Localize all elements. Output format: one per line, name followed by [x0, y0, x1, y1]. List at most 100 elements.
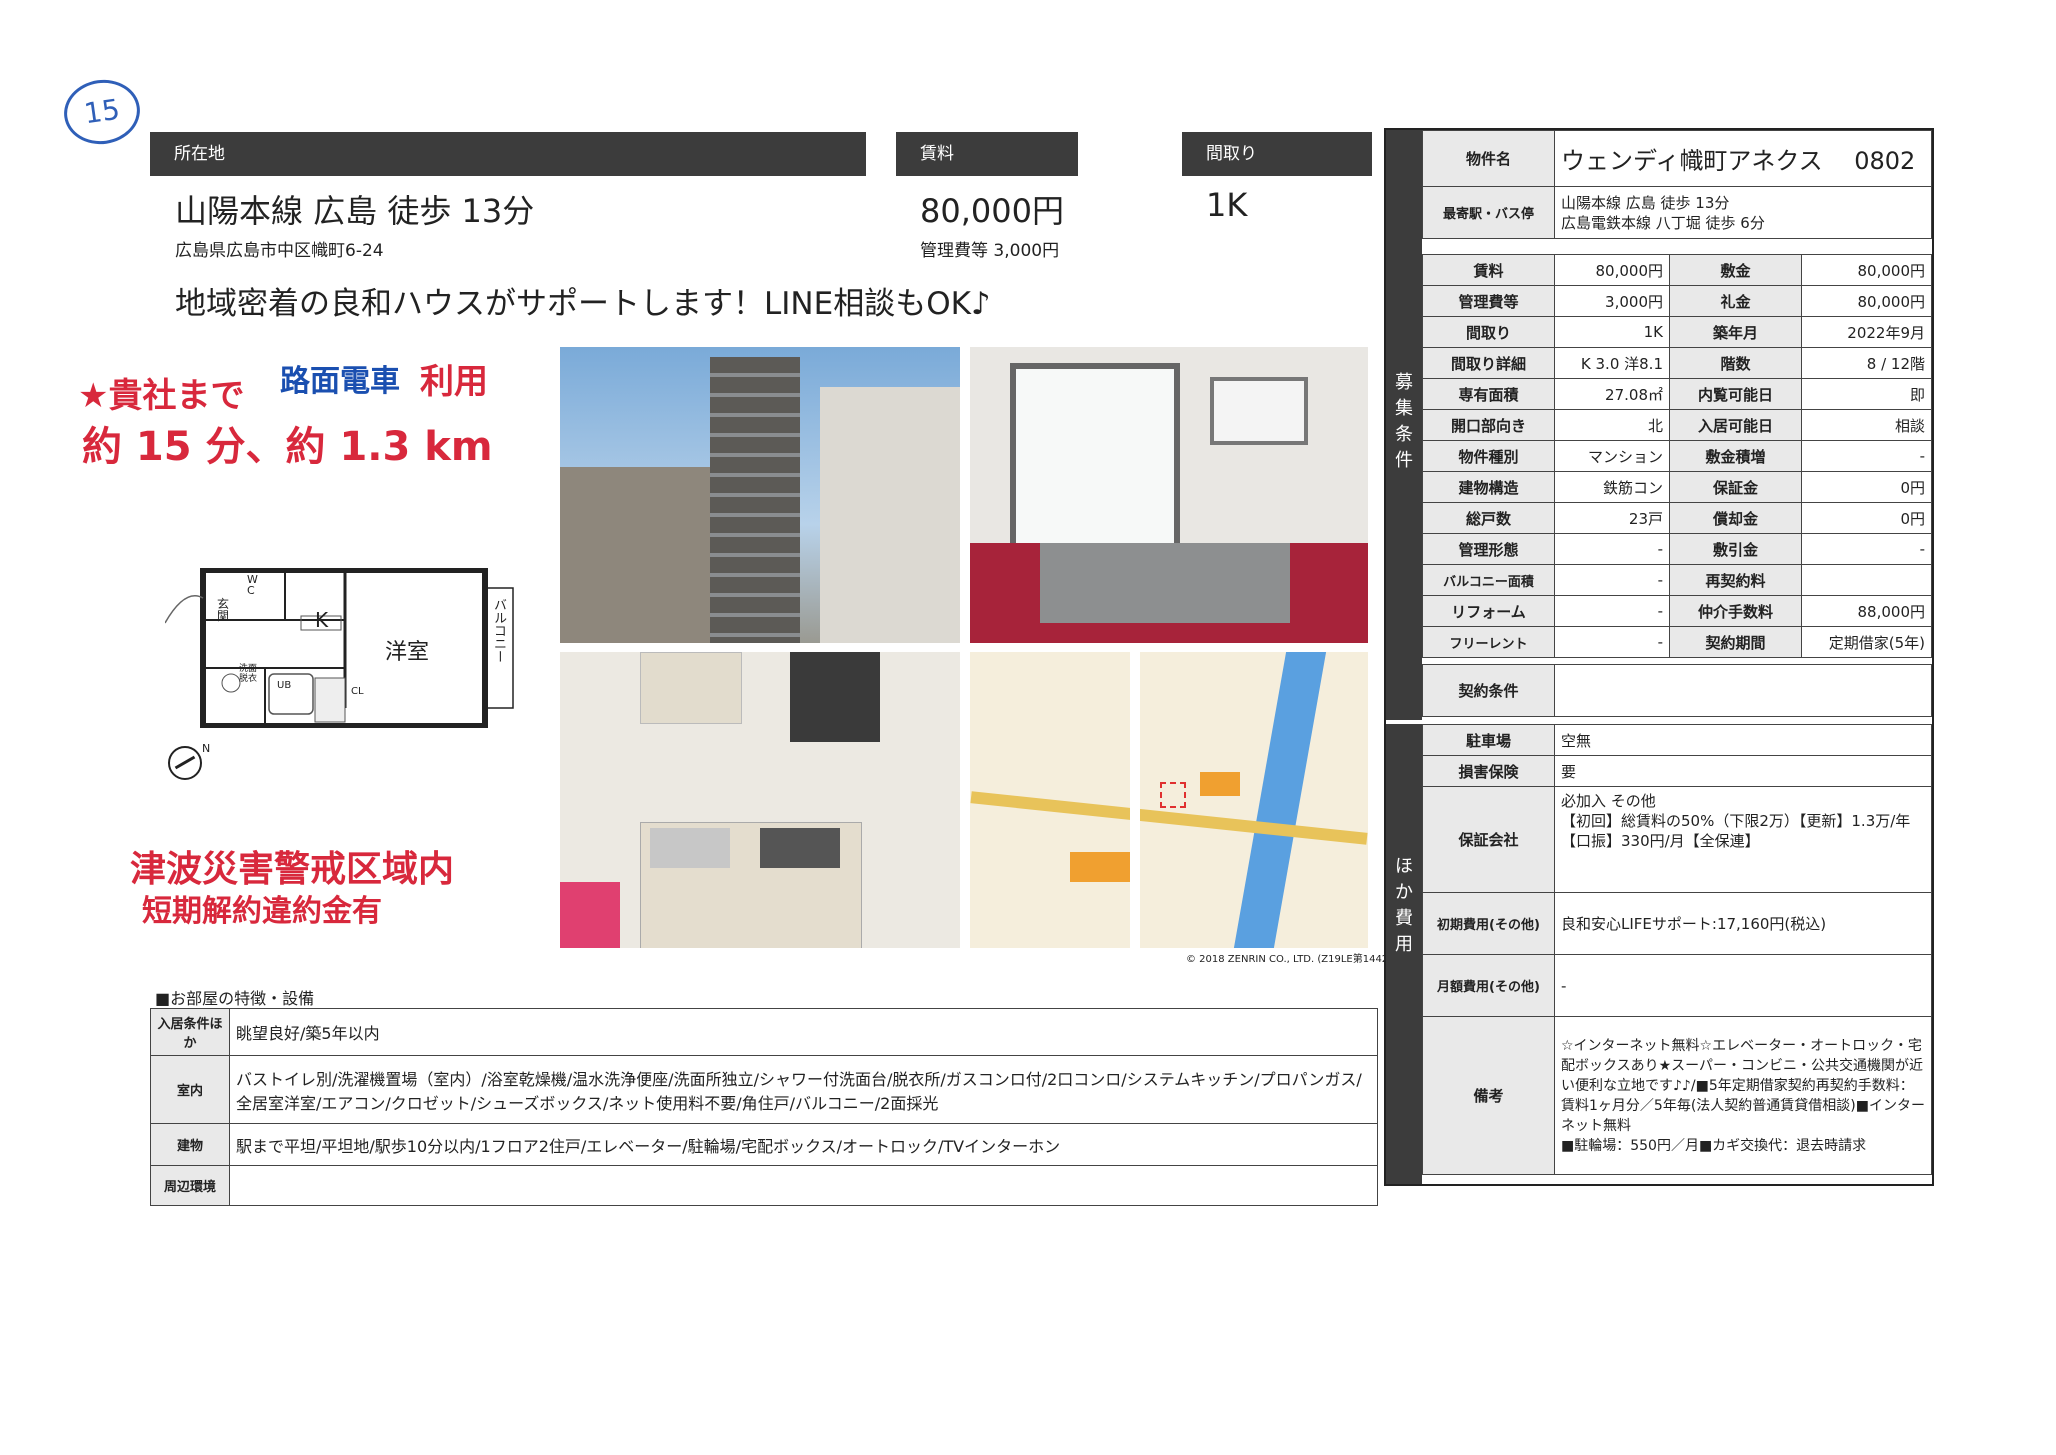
spec-label: 間取り	[1422, 316, 1555, 348]
spec-row: 間取り詳細 K 3.0 洋8.1 階数 8 / 12階	[1422, 347, 1932, 379]
monthly-cost-value: -	[1554, 954, 1932, 1017]
spec-row: リフォーム - 仲介手数料 88,000円	[1422, 595, 1932, 627]
insurance-value: 要	[1554, 755, 1932, 787]
spec-table: 賃料 80,000円 敷金 80,000円 管理費等 3,000円 礼金 80,000円 間取り…	[1422, 254, 1932, 658]
table-row: 室内 バストイレ別/洗濯機置場（室内）/浴室乾燥機/温水洗浄便座/洗面所独立/シャ…	[150, 1055, 1378, 1124]
spec-value: -	[1554, 595, 1670, 627]
spec-label: 仲介手数料	[1669, 595, 1802, 627]
spec-label: 開口部向き	[1422, 409, 1555, 441]
spec-label: 契約期間	[1669, 626, 1802, 658]
catch-copy: 地域密着の良和ハウスがサポートします！LINE相談もOK♪	[175, 286, 991, 322]
room-interior-photo	[970, 347, 1368, 643]
floorplan-wc: W C	[247, 573, 258, 597]
spec-label: 敷金積増	[1669, 440, 1802, 472]
property-name: ウェンディ幟町アネクス 0802	[1554, 130, 1932, 187]
spec-label: 敷引金	[1669, 533, 1802, 565]
tsunami-warning: 津波災害警戒区域内	[130, 849, 455, 890]
layout-header: 間取り	[1182, 132, 1372, 176]
spec-label: バルコニー面積	[1422, 564, 1555, 596]
page-number-circle: 15	[59, 75, 145, 149]
station-label: 最寄駅・バス停	[1422, 186, 1555, 239]
spec-value: 80,000円	[1801, 254, 1932, 286]
floor-plan: W C 玄 関 K 洋室 バルコニー UB CL 洗面 脱衣	[164, 567, 525, 729]
spec-row: 管理形態 - 敷引金 -	[1422, 533, 1932, 565]
parking-value: 空無	[1554, 724, 1932, 756]
station-info: 山陽本線 広島 徒歩 13分 広島電鉄本線 八丁堀 徒歩 6分	[1554, 186, 1932, 239]
early-termination-warning: 短期解約違約金有	[142, 894, 382, 929]
table-row: 周辺環境	[150, 1165, 1378, 1206]
spec-label: 償却金	[1669, 502, 1802, 534]
initial-cost-value: 良和安心LIFEサポート:17,160円(税込)	[1554, 892, 1932, 955]
side-label-boshu: 募 集 条 件	[1386, 130, 1422, 720]
spec-value: 23戸	[1554, 502, 1670, 534]
costs-table: 駐車場 空無 損害保険要 保証会社 必加入 その他 【初回】総賃料の50%（下限2万…	[1422, 724, 1932, 1175]
spec-row: フリーレント - 契約期間 定期借家(5年)	[1422, 626, 1932, 658]
spec-value: K 3.0 洋8.1	[1554, 347, 1670, 379]
compass-icon: N	[168, 742, 210, 780]
floorplan-balcony: バルコニー	[491, 598, 506, 663]
spec-label: 管理費等	[1422, 285, 1555, 317]
rent-value: 80,000円	[920, 192, 1064, 230]
spec-label: 敷金	[1669, 254, 1802, 286]
page-number: 15	[81, 92, 122, 131]
handwritten-note: ★貴社まで 路面電車 利用 約 15 分、約 1.3 km	[78, 362, 493, 470]
spec-value: -	[1554, 533, 1670, 565]
spec-row: 専有面積 27.08㎡ 内覧可能日即	[1422, 378, 1932, 410]
contract-label: 契約条件	[1422, 664, 1555, 717]
map-pin-icon	[1160, 782, 1186, 808]
address: 広島県広島市中区幟町6-24	[175, 241, 384, 261]
spec-value: マンション	[1554, 440, 1670, 472]
spec-label: 間取り詳細	[1422, 347, 1555, 379]
floorplan-genkan: 玄 関	[217, 597, 230, 623]
floorplan-kitchen: K	[315, 608, 329, 632]
rent-header: 賃料	[896, 132, 1078, 176]
spec-value: 1K	[1554, 316, 1670, 348]
remarks-value: ☆インターネット無料☆エレベーター・オートロック・宅配ボックスあり★スーパー・コ…	[1554, 1016, 1932, 1175]
side-label-hoka: ほ か 費 用	[1386, 724, 1422, 1184]
spec-label: 内覧可能日	[1669, 378, 1802, 410]
floorplan-youshitsu: 洋室	[385, 640, 430, 665]
spec-label: 専有面積	[1422, 378, 1555, 410]
spec-row: 間取り 1K 築年月 2022年9月	[1422, 316, 1932, 348]
spec-row: 賃料 80,000円 敷金 80,000円	[1422, 254, 1932, 286]
spec-label: 礼金	[1669, 285, 1802, 317]
spec-label: 総戸数	[1422, 502, 1555, 534]
spec-value: 0円	[1801, 502, 1932, 534]
spec-value: -	[1801, 440, 1932, 472]
floorplan-ub: UB	[277, 680, 292, 691]
floorplan-senmen: 洗面 脱衣	[239, 664, 258, 684]
spec-value: 27.08㎡	[1554, 378, 1670, 410]
spec-label: 入居可能日	[1669, 409, 1802, 441]
location-header: 所在地	[150, 132, 866, 176]
table-row: 入居条件ほか 眺望良好/築5年以内	[150, 1008, 1378, 1056]
building-exterior-photo	[560, 347, 960, 643]
spec-value: 相談	[1801, 409, 1932, 441]
table-row: 建物 駅まで平坦/平坦地/駅歩10分以内/1フロア2住戸/エレベーター/駐輪場/宅…	[150, 1123, 1378, 1166]
spec-value: -	[1554, 564, 1670, 596]
spec-value: 北	[1554, 409, 1670, 441]
spec-label: 保証金	[1669, 471, 1802, 503]
station-access: 山陽本線 広島 徒歩 13分	[175, 192, 535, 230]
spec-label: 建物構造	[1422, 471, 1555, 503]
property-name-label: 物件名	[1422, 130, 1555, 187]
spec-value: 80,000円	[1554, 254, 1670, 286]
spec-value: -	[1554, 626, 1670, 658]
spec-value: 鉄筋コン	[1554, 471, 1670, 503]
spec-value: 8 / 12階	[1801, 347, 1932, 379]
spec-value: -	[1801, 533, 1932, 565]
spec-row: 総戸数 23戸 償却金 0円	[1422, 502, 1932, 534]
spec-row: 管理費等 3,000円 礼金 80,000円	[1422, 285, 1932, 317]
spec-value: 0円	[1801, 471, 1932, 503]
spec-row: 開口部向き北入居可能日 相談	[1422, 409, 1932, 441]
spec-value	[1801, 564, 1932, 596]
management-fee: 管理費等 3,000円	[920, 241, 1060, 261]
spec-row: 物件種別 マンション 敷金積増 -	[1422, 440, 1932, 472]
spec-value: 88,000円	[1801, 595, 1932, 627]
spec-label: 階数	[1669, 347, 1802, 379]
contract-table: 契約条件	[1422, 664, 1932, 717]
spec-label: リフォーム	[1422, 595, 1555, 627]
guarantor-value: 必加入 その他 【初回】総賃料の50%（下限2万）【更新】1.3万/年【口振】3…	[1554, 786, 1932, 893]
features-title: ■お部屋の特徴・設備	[155, 989, 315, 1008]
spec-value: 3,000円	[1554, 285, 1670, 317]
spec-value: 2022年9月	[1801, 316, 1932, 348]
